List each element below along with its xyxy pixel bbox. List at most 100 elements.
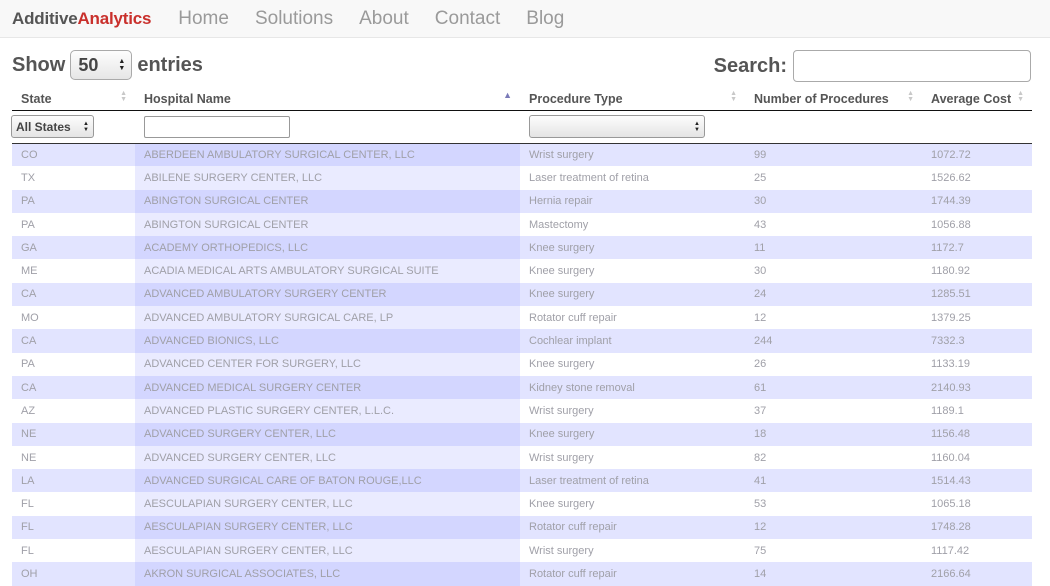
show-label: Show xyxy=(12,53,66,76)
cell-hospital-name: ABINGTON SURGICAL CENTER xyxy=(135,212,520,237)
hospital-filter-input[interactable] xyxy=(144,115,290,138)
header-row: State ▲ ▼ Hospital Name ▲ Procedure Type … xyxy=(12,88,1032,111)
cell-average-cost: 1156.48 xyxy=(922,422,1032,446)
sort-icon: ▲ ▼ xyxy=(120,90,127,103)
sort-icon: ▲ ▼ xyxy=(907,90,914,103)
cell-average-cost: 1065.18 xyxy=(922,492,1032,516)
cell-number-of-procedures: 41 xyxy=(745,469,922,493)
column-header-label: State xyxy=(21,91,52,106)
column-header-state[interactable]: State ▲ ▼ xyxy=(12,88,135,111)
cell-hospital-name: ADVANCED PLASTIC SURGERY CENTER, L.L.C. xyxy=(135,399,520,423)
cell-state: CA xyxy=(12,282,135,307)
cell-hospital-name: ADVANCED SURGICAL CARE OF BATON ROUGE,LL… xyxy=(135,469,520,493)
cell-state: FL xyxy=(12,515,135,540)
cell-procedure-type: Kidney stone removal xyxy=(520,375,745,400)
cell-average-cost: 1744.39 xyxy=(922,189,1032,213)
cell-hospital-name: ABINGTON SURGICAL CENTER xyxy=(135,189,520,213)
cell-number-of-procedures: 26 xyxy=(745,352,922,376)
search-input[interactable] xyxy=(793,50,1031,82)
table-row[interactable]: CA ADVANCED BIONICS, LLC Cochlear implant 2… xyxy=(12,329,1032,353)
cell-procedure-type: Rotator cuff repair xyxy=(520,515,745,540)
table-row[interactable]: NE ADVANCED SURGERY CENTER, LLC Knee surge… xyxy=(12,422,1032,446)
cell-hospital-name: ADVANCED CENTER FOR SURGERY, LLC xyxy=(135,352,520,376)
column-header-number-of-procedures[interactable]: Number of Procedures ▲ ▼ xyxy=(745,88,922,111)
cell-number-of-procedures: 53 xyxy=(745,492,922,516)
cell-state: LA xyxy=(12,469,135,493)
cell-number-of-procedures: 37 xyxy=(745,399,922,423)
table-row[interactable]: PA ABINGTON SURGICAL CENTER Hernia repair 3… xyxy=(12,189,1032,213)
top-navbar: AdditiveAnalytics Home Solutions About C… xyxy=(0,0,1050,38)
table-row[interactable]: AZ ADVANCED PLASTIC SURGERY CENTER, L.L.C… xyxy=(12,399,1032,423)
cell-average-cost: 2140.93 xyxy=(922,375,1032,400)
cell-hospital-name: ADVANCED AMBULATORY SURGICAL CARE, LP xyxy=(135,306,520,330)
cell-procedure-type: Knee surgery xyxy=(520,422,745,446)
table-body: CO ABERDEEN AMBULATORY SURGICAL CENTER, L… xyxy=(12,143,1032,586)
cell-state: AZ xyxy=(12,399,135,423)
nav-home[interactable]: Home xyxy=(178,8,229,30)
cell-average-cost: 1514.43 xyxy=(922,469,1032,493)
sort-icon: ▲ ▼ xyxy=(1017,90,1024,103)
entries-control: Show 50 ▲ ▼ entries xyxy=(12,50,203,80)
nav-contact[interactable]: Contact xyxy=(435,8,500,30)
table-row[interactable]: CA ADVANCED AMBULATORY SURGERY CENTER Knee… xyxy=(12,282,1032,307)
cell-number-of-procedures: 30 xyxy=(745,259,922,283)
cell-average-cost: 1189.1 xyxy=(922,399,1032,423)
cell-procedure-type: Rotator cuff repair xyxy=(520,306,745,330)
cell-hospital-name: ADVANCED SURGERY CENTER, LLC xyxy=(135,445,520,470)
table-row[interactable]: ME ACADIA MEDICAL ARTS AMBULATORY SURGICA… xyxy=(12,259,1032,283)
cell-average-cost: 1180.92 xyxy=(922,259,1032,283)
table-row[interactable]: LA ADVANCED SURGICAL CARE OF BATON ROUGE,… xyxy=(12,469,1032,493)
cell-hospital-name: ADVANCED BIONICS, LLC xyxy=(135,329,520,353)
table-row[interactable]: OH AKRON SURGICAL ASSOCIATES, LLC Rotator … xyxy=(12,562,1032,586)
cell-number-of-procedures: 244 xyxy=(745,329,922,353)
cell-procedure-type: Knee surgery xyxy=(520,282,745,307)
cell-hospital-name: ABERDEEN AMBULATORY SURGICAL CENTER, LLC xyxy=(135,143,520,167)
entries-label: entries xyxy=(137,53,203,76)
table-row[interactable]: FL AESCULAPIAN SURGERY CENTER, LLC Rotator… xyxy=(12,515,1032,540)
cell-state: PA xyxy=(12,352,135,376)
cell-hospital-name: ADVANCED AMBULATORY SURGERY CENTER xyxy=(135,282,520,307)
cell-state: TX xyxy=(12,166,135,190)
cell-hospital-name: AESCULAPIAN SURGERY CENTER, LLC xyxy=(135,515,520,540)
table-row[interactable]: PA ADVANCED CENTER FOR SURGERY, LLC Knee s… xyxy=(12,352,1032,376)
table-row[interactable]: TX ABILENE SURGERY CENTER, LLC Laser treat… xyxy=(12,166,1032,190)
column-header-average-cost[interactable]: Average Cost ▲ ▼ xyxy=(922,88,1032,111)
cell-number-of-procedures: 25 xyxy=(745,166,922,190)
procedure-filter-select[interactable]: ▲ ▼ xyxy=(529,115,705,138)
nav-solutions[interactable]: Solutions xyxy=(255,8,333,30)
table-row[interactable]: FL AESCULAPIAN SURGERY CENTER, LLC Knee su… xyxy=(12,492,1032,516)
table-row[interactable]: PA ABINGTON SURGICAL CENTER Mastectomy 43 10… xyxy=(12,212,1032,237)
cell-average-cost: 7332.3 xyxy=(922,329,1032,353)
cell-number-of-procedures: 12 xyxy=(745,515,922,540)
table-row[interactable]: FL AESCULAPIAN SURGERY CENTER, LLC Wrist s… xyxy=(12,539,1032,563)
state-filter-select[interactable]: All States ▲ ▼ xyxy=(11,115,94,138)
entries-select[interactable]: 50 ▲ ▼ xyxy=(70,50,133,80)
procedure-filter-cell: ▲ ▼ xyxy=(520,110,745,144)
column-header-label: Number of Procedures xyxy=(754,91,889,106)
table-row[interactable]: CA ADVANCED MEDICAL SURGERY CENTER Kidney … xyxy=(12,375,1032,400)
cell-state: ME xyxy=(12,259,135,283)
cell-state: CO xyxy=(12,143,135,167)
column-header-procedure-type[interactable]: Procedure Type ▲ ▼ xyxy=(520,88,745,111)
cell-state: NE xyxy=(12,422,135,446)
table-row[interactable]: GA ACADEMY ORTHOPEDICS, LLC Knee surgery 11… xyxy=(12,236,1032,260)
brand-logo[interactable]: AdditiveAnalytics xyxy=(12,9,151,29)
column-header-hospital-name[interactable]: Hospital Name ▲ xyxy=(135,88,520,111)
filter-row: All States ▲ ▼ ▲ ▼ xyxy=(11,110,1032,144)
cell-procedure-type: Knee surgery xyxy=(520,236,745,260)
table-row[interactable]: MO ADVANCED AMBULATORY SURGICAL CARE, LP R… xyxy=(12,306,1032,330)
cell-number-of-procedures: 12 xyxy=(745,306,922,330)
search-label: Search: xyxy=(713,54,787,77)
cell-average-cost: 2166.64 xyxy=(922,562,1032,586)
cell-procedure-type: Laser treatment of retina xyxy=(520,166,745,190)
brand-part-2: Analytics xyxy=(77,8,152,28)
cell-state: FL xyxy=(12,539,135,563)
nav-blog[interactable]: Blog xyxy=(526,8,564,30)
nav-about[interactable]: About xyxy=(359,8,409,30)
cell-hospital-name: ADVANCED SURGERY CENTER, LLC xyxy=(135,422,520,446)
empty-filter-cell xyxy=(745,110,922,144)
cell-average-cost: 1072.72 xyxy=(922,143,1032,167)
cell-state: CA xyxy=(12,375,135,400)
table-row[interactable]: CO ABERDEEN AMBULATORY SURGICAL CENTER, L… xyxy=(12,143,1032,167)
table-row[interactable]: NE ADVANCED SURGERY CENTER, LLC Wrist surg… xyxy=(12,445,1032,470)
